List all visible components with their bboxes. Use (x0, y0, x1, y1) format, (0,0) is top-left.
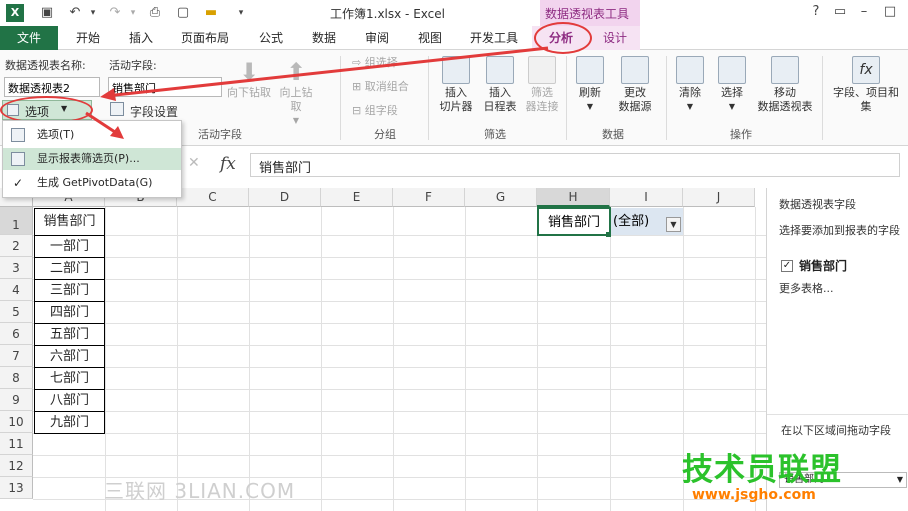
annotation-arrow (85, 111, 119, 136)
arrow-head-icon (100, 88, 116, 101)
arrow-head-icon (110, 126, 124, 139)
annotation-arrow (105, 46, 549, 98)
annotation-arrows (85, 46, 549, 139)
